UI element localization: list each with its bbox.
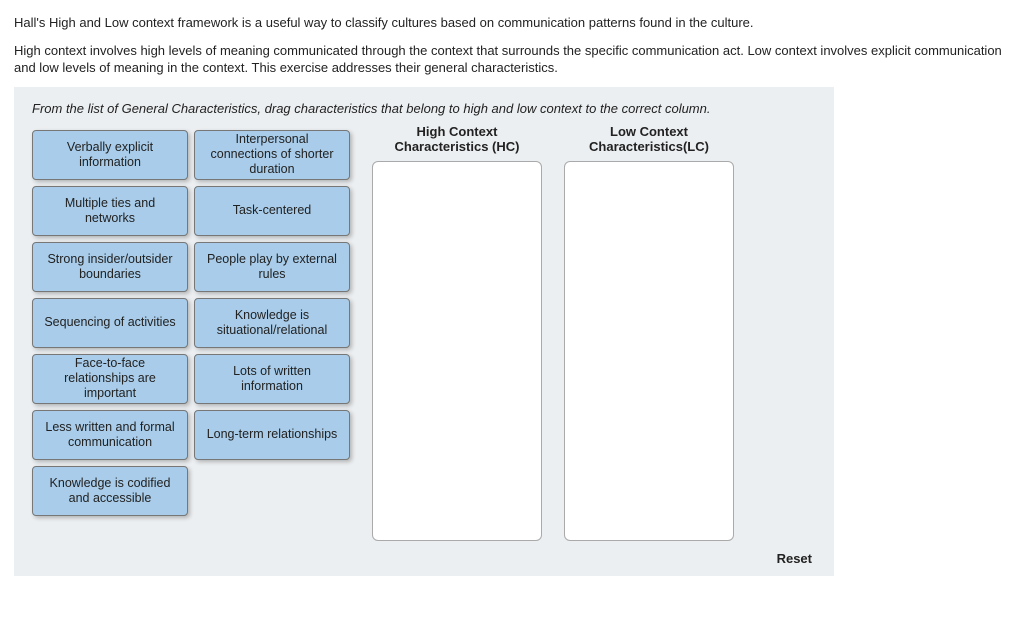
- card-face-to-face[interactable]: Face-to-face relationships are important: [32, 354, 188, 404]
- intro-paragraph-1: Hall's High and Low context framework is…: [14, 14, 1010, 32]
- intro-paragraph-2: High context involves high levels of mea…: [14, 42, 1010, 77]
- target-columns: High Context Characteristics (HC) Low Co…: [372, 124, 734, 541]
- lc-dropzone[interactable]: [564, 161, 734, 541]
- card-knowledge-situational[interactable]: Knowledge is situational/relational: [194, 298, 350, 348]
- exercise-instruction: From the list of General Characteristics…: [32, 101, 816, 118]
- hc-column: High Context Characteristics (HC): [372, 124, 542, 541]
- hc-title: High Context Characteristics (HC): [372, 124, 542, 155]
- card-task-centered[interactable]: Task-centered: [194, 186, 350, 236]
- card-insider-outsider[interactable]: Strong insider/outsider boundaries: [32, 242, 188, 292]
- intro-text: Hall's High and Low context framework is…: [14, 14, 1010, 77]
- reset-row: Reset: [32, 541, 816, 566]
- hc-dropzone[interactable]: [372, 161, 542, 541]
- reset-button[interactable]: Reset: [777, 551, 812, 566]
- exercise-panel: From the list of General Characteristics…: [14, 87, 834, 576]
- card-sequencing[interactable]: Sequencing of activities: [32, 298, 188, 348]
- lc-title: Low Context Characteristics(LC): [564, 124, 734, 155]
- card-external-rules[interactable]: People play by external rules: [194, 242, 350, 292]
- lc-column: Low Context Characteristics(LC): [564, 124, 734, 541]
- source-cards-grid: Verbally explicit information Interperso…: [32, 130, 350, 516]
- card-less-written[interactable]: Less written and formal communication: [32, 410, 188, 460]
- card-verbally-explicit[interactable]: Verbally explicit information: [32, 130, 188, 180]
- card-knowledge-codified[interactable]: Knowledge is codified and accessible: [32, 466, 188, 516]
- card-interpersonal-shorter[interactable]: Interpersonal connections of shorter dur…: [194, 130, 350, 180]
- work-area: Verbally explicit information Interperso…: [32, 124, 816, 541]
- card-written-info[interactable]: Lots of written information: [194, 354, 350, 404]
- card-long-term[interactable]: Long-term relationships: [194, 410, 350, 460]
- card-multiple-ties[interactable]: Multiple ties and networks: [32, 186, 188, 236]
- page-root: Hall's High and Low context framework is…: [0, 0, 1024, 586]
